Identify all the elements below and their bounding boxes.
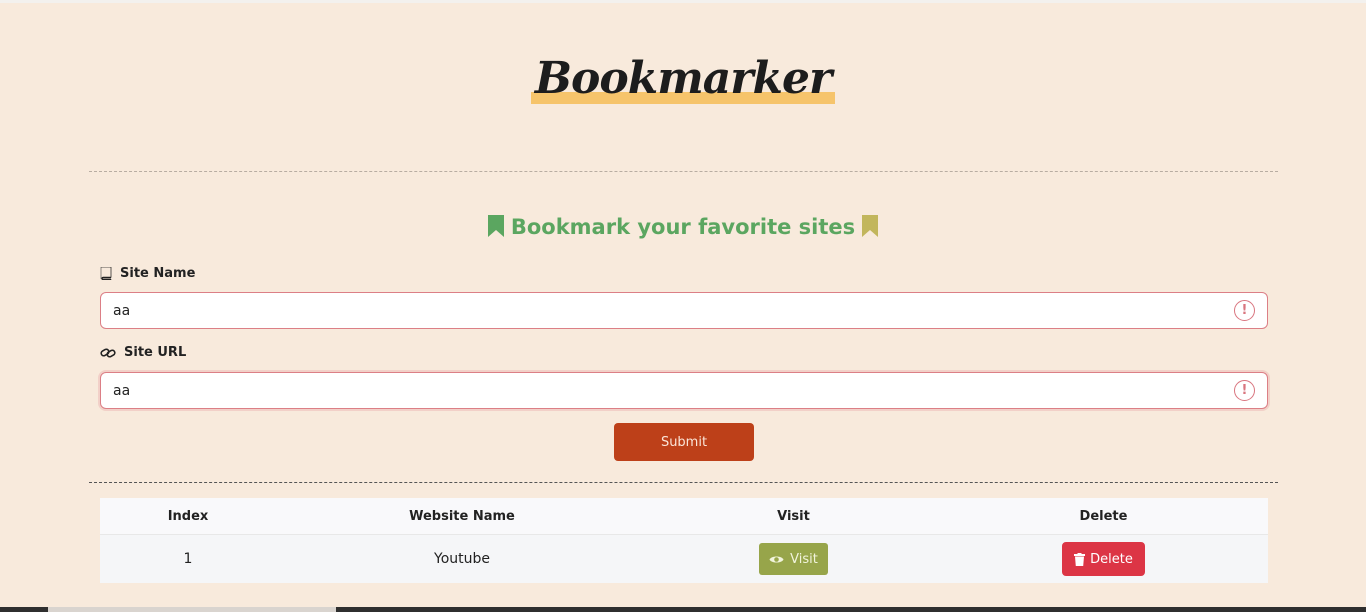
- site-url-value[interactable]: aa: [113, 383, 1234, 399]
- exclamation-circle-icon: !: [1234, 300, 1255, 321]
- header: Bookmarker: [0, 50, 1366, 108]
- bookmarks-table: Index Website Name Visit Delete 1 Youtub…: [100, 498, 1268, 583]
- bottom-bar: [0, 607, 1366, 612]
- subtitle: Bookmark your favorite sites: [0, 215, 1366, 239]
- delete-button-label: Delete: [1090, 551, 1133, 567]
- site-name-label: Site Name: [100, 266, 195, 281]
- logo-text: Bookmarker: [534, 53, 832, 104]
- site-name-input[interactable]: aa !: [100, 292, 1268, 329]
- subtitle-text: Bookmark your favorite sites: [510, 215, 856, 239]
- visit-button[interactable]: Visit: [759, 543, 828, 575]
- delete-button[interactable]: Delete: [1062, 542, 1145, 576]
- header-visit: Visit: [777, 508, 810, 524]
- book-icon: [100, 267, 112, 280]
- table-header: Index Website Name Visit Delete: [100, 498, 1268, 534]
- page-top-line: [0, 0, 1366, 3]
- site-url-input[interactable]: aa !: [100, 372, 1268, 409]
- bookmark-icon: [862, 215, 879, 237]
- divider-bottom: [89, 482, 1278, 483]
- submit-button[interactable]: Submit: [614, 423, 754, 461]
- bottom-bar-segment: [48, 607, 336, 612]
- site-name-value[interactable]: aa: [113, 303, 1234, 319]
- logo: Bookmarker: [530, 50, 836, 108]
- header-index: Index: [167, 508, 209, 524]
- row-index: 1: [183, 551, 193, 567]
- exclamation-circle-icon: !: [1234, 380, 1255, 401]
- bookmark-icon: [487, 215, 504, 237]
- site-url-label: Site URL: [100, 345, 186, 360]
- header-website-name: Website Name: [409, 508, 515, 524]
- site-name-label-text: Site Name: [120, 266, 196, 281]
- row-delete-cell: Delete: [939, 542, 1268, 576]
- divider-top: [89, 171, 1278, 172]
- row-website-name: Youtube: [434, 551, 490, 567]
- visit-button-label: Visit: [790, 551, 818, 567]
- site-url-label-text: Site URL: [124, 345, 187, 360]
- header-delete: Delete: [1079, 508, 1128, 524]
- link-icon: [100, 347, 116, 358]
- row-visit-cell: Visit: [648, 543, 939, 575]
- table-row: 1 Youtube Visit Delete: [100, 534, 1268, 583]
- trash-icon: [1074, 552, 1086, 566]
- eye-icon: [769, 556, 784, 562]
